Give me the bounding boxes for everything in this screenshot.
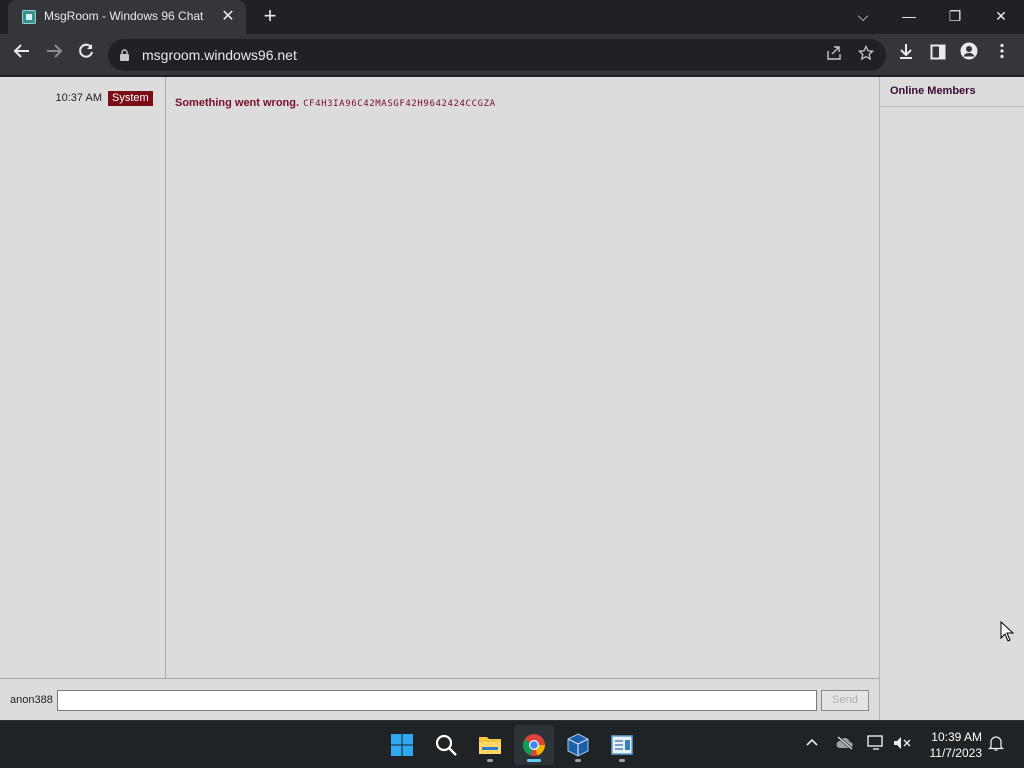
message-timestamp: 10:37 AM — [55, 92, 102, 104]
browser-tab-strip: MsgRoom - Windows 96 Chat ✕ + ⌵ — ❐ ✕ — [0, 0, 1024, 34]
tab-search-button[interactable]: ⌵ — [840, 0, 886, 34]
chat-log: Something went wrong. CF4H3IA96C42MASGF42… — [167, 77, 879, 678]
chat-message: Something went wrong. CF4H3IA96C42MASGF42… — [175, 93, 496, 111]
download-icon[interactable] — [892, 41, 920, 69]
chrome-taskbar-button[interactable] — [514, 725, 554, 765]
url-text: msgroom.windows96.net — [142, 47, 297, 63]
tab-title: MsgRoom - Windows 96 Chat — [44, 9, 204, 23]
network-icon[interactable] — [866, 735, 886, 755]
running-indicator — [619, 759, 625, 762]
notepad-icon — [611, 735, 633, 755]
new-tab-button[interactable]: + — [258, 5, 282, 29]
virtualbox-icon — [567, 733, 589, 757]
windows-taskbar: 10:39 AM 11/7/2023 — [0, 720, 1024, 768]
minimize-button[interactable]: — — [886, 0, 932, 34]
profile-icon[interactable] — [955, 41, 983, 69]
clock-date: 11/7/2023 — [929, 746, 983, 760]
tab-close-icon[interactable]: ✕ — [218, 7, 238, 27]
message-meta-column: 10:37 AM System — [0, 77, 166, 678]
message-input-row: anon388 Send — [0, 678, 879, 720]
folder-icon — [479, 737, 501, 754]
error-message-text: Something went wrong. — [175, 97, 300, 109]
mouse-cursor-icon — [1000, 621, 1014, 642]
start-button[interactable] — [382, 725, 422, 765]
share-icon[interactable] — [824, 45, 844, 65]
running-indicator — [487, 759, 493, 762]
onedrive-offline-icon[interactable] — [835, 735, 855, 755]
running-indicator — [575, 759, 581, 762]
windows-logo-icon — [391, 734, 413, 756]
msgroom-favicon-icon — [22, 10, 36, 24]
msgroom-page: 10:37 AM System Something went wrong. CF4… — [0, 77, 1024, 720]
send-button[interactable]: Send — [821, 690, 869, 711]
chrome-icon — [523, 734, 545, 756]
browser-tab[interactable]: MsgRoom - Windows 96 Chat ✕ — [8, 0, 246, 34]
back-arrow-icon[interactable] — [8, 41, 36, 69]
active-indicator — [527, 759, 541, 762]
browser-toolbar: msgroom.windows96.net — [0, 34, 1024, 76]
search-icon — [435, 734, 457, 756]
restore-button[interactable]: ❐ — [932, 0, 978, 34]
online-members-title: Online Members — [880, 77, 1024, 107]
side-panel-icon[interactable] — [924, 41, 952, 69]
error-code-text: CF4H3IA96C42MASGF42H9642424CCGZA — [303, 99, 496, 109]
system-clock[interactable]: 10:39 AM 11/7/2023 — [930, 729, 983, 761]
lock-icon — [120, 49, 129, 61]
close-window-button[interactable]: ✕ — [978, 0, 1024, 34]
reload-icon[interactable] — [72, 41, 100, 69]
file-explorer-button[interactable] — [470, 725, 510, 765]
kebab-menu-icon[interactable] — [988, 41, 1016, 69]
forward-arrow-icon[interactable] — [40, 41, 68, 69]
address-bar[interactable]: msgroom.windows96.net — [108, 39, 886, 71]
nickname-label[interactable]: anon388 — [10, 694, 53, 706]
chevron-up-icon[interactable] — [802, 735, 822, 755]
notepad-button[interactable] — [602, 725, 642, 765]
notification-bell-icon[interactable] — [986, 735, 1006, 755]
system-sender-badge: System — [108, 91, 153, 106]
clock-time: 10:39 AM — [931, 730, 982, 744]
search-button[interactable] — [426, 725, 466, 765]
volume-muted-icon[interactable] — [892, 735, 912, 755]
message-input[interactable] — [57, 690, 817, 711]
star-icon[interactable] — [856, 44, 876, 65]
virtualbox-button[interactable] — [558, 725, 598, 765]
